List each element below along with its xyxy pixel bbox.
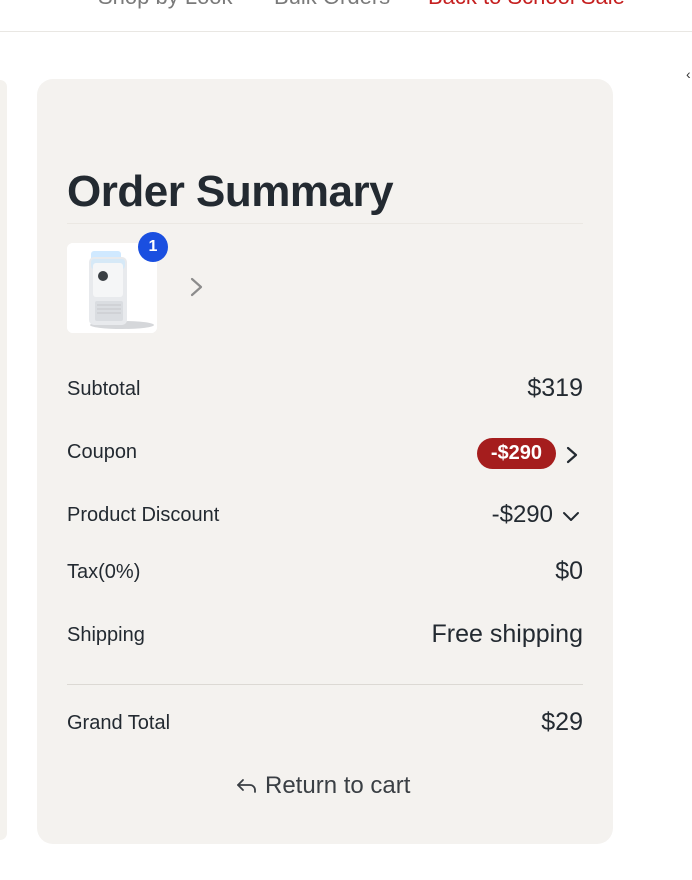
subtotal-row: Subtotal $319: [67, 374, 583, 404]
coupon-row[interactable]: Coupon -$290: [67, 437, 583, 469]
grand-total-label: Grand Total: [67, 712, 171, 734]
chevron-right-icon[interactable]: [186, 275, 208, 299]
summary-divider-top: [67, 223, 583, 224]
shipping-row: Shipping Free shipping: [67, 620, 583, 650]
subtotal-value: $319: [527, 374, 583, 402]
tax-row: Tax(0%) $0: [67, 557, 583, 587]
tax-value: $0: [555, 557, 583, 585]
right-edge-mark-icon: ‹: [686, 66, 691, 82]
return-to-cart-link[interactable]: Return to cart: [235, 769, 410, 803]
grand-total-row: Grand Total $29: [67, 708, 583, 738]
subtotal-label: Subtotal: [67, 378, 141, 400]
summary-divider-bottom: [67, 684, 583, 685]
chevron-right-icon[interactable]: [565, 445, 579, 465]
return-arrow-icon: [237, 779, 256, 793]
nav-link-shop-by-look[interactable]: Shop by Look: [98, 0, 233, 8]
grand-total-value: $29: [541, 708, 583, 736]
nav-link-bulk-orders[interactable]: Bulk Orders: [274, 0, 390, 8]
coupon-label: Coupon: [67, 441, 138, 463]
product-discount-label: Product Discount: [67, 504, 220, 526]
left-panel-edge: [0, 80, 7, 840]
checkout-page: Shop by Look Bulk Orders Back to School …: [0, 0, 692, 880]
return-to-cart-label: Return to cart: [265, 772, 411, 799]
coupon-discount-badge[interactable]: -$290: [476, 438, 556, 469]
top-navigation: Shop by Look Bulk Orders Back to School …: [0, 0, 692, 32]
shipping-value: Free shipping: [431, 620, 583, 648]
order-summary-title: Order Summary: [67, 167, 394, 217]
product-discount-value: -$290: [491, 501, 553, 528]
cart-quantity-badge: 1: [138, 232, 168, 262]
tax-label: Tax(0%): [67, 561, 141, 583]
chevron-down-icon[interactable]: [562, 510, 580, 524]
order-summary-card: Order Summary 1 Subtotal $319 Coupon -$2…: [37, 79, 613, 844]
product-discount-row[interactable]: Product Discount -$290: [67, 500, 583, 530]
shipping-label: Shipping: [67, 624, 145, 646]
nav-link-back-to-school-sale[interactable]: Back to School Sale: [428, 0, 625, 8]
